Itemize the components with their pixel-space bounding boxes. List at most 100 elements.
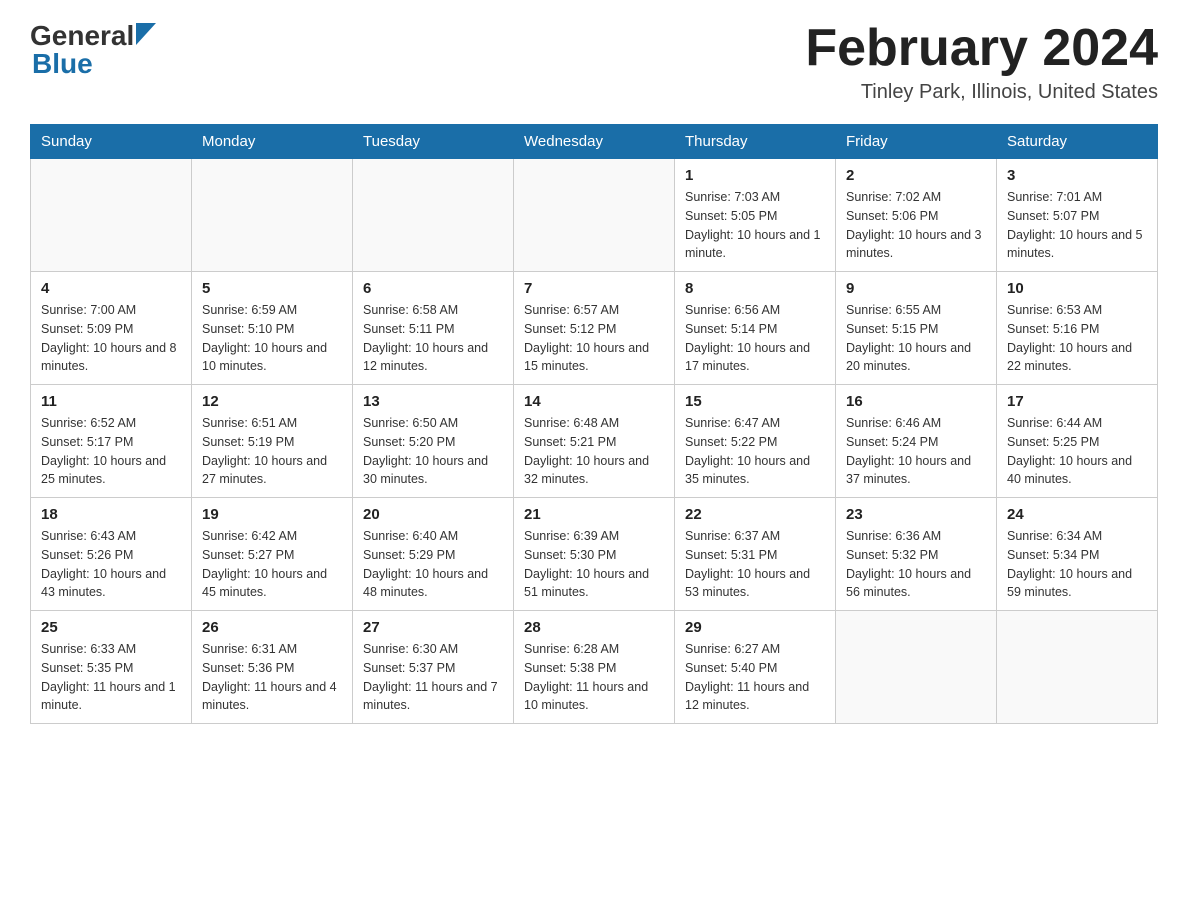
day-header-monday: Monday [192,125,353,159]
day-info: Sunrise: 6:37 AMSunset: 5:31 PMDaylight:… [685,527,825,602]
calendar-cell: 19 Sunrise: 6:42 AMSunset: 5:27 PMDayligh… [192,498,353,611]
calendar-header-row: SundayMondayTuesdayWednesdayThursdayFrid… [31,125,1158,159]
day-info: Sunrise: 6:31 AMSunset: 5:36 PMDaylight:… [202,640,342,715]
day-info: Sunrise: 6:34 AMSunset: 5:34 PMDaylight:… [1007,527,1147,602]
calendar-cell: 4Sunrise: 7:00 AMSunset: 5:09 PMDaylight… [31,272,192,385]
day-number: 16 [846,393,986,410]
calendar-cell [192,159,353,272]
calendar-cell: 14 Sunrise: 6:48 AMSunset: 5:21 PMDayligh… [514,385,675,498]
calendar-cell: 18Sunrise: 6:43 AMSunset: 5:26 PMDayligh… [31,498,192,611]
day-info: Sunrise: 6:52 AMSunset: 5:17 PMDaylight:… [41,414,181,489]
day-number: 15 [685,393,825,410]
day-number: 8 [685,280,825,297]
day-number: 23 [846,506,986,523]
calendar-cell: 22 Sunrise: 6:37 AMSunset: 5:31 PMDayligh… [675,498,836,611]
calendar-cell: 26 Sunrise: 6:31 AMSunset: 5:36 PMDayligh… [192,611,353,724]
day-number: 11 [41,393,181,410]
day-header-saturday: Saturday [997,125,1158,159]
day-info: Sunrise: 6:55 AMSunset: 5:15 PMDaylight:… [846,301,986,376]
day-header-thursday: Thursday [675,125,836,159]
day-info: Sunrise: 6:48 AMSunset: 5:21 PMDaylight:… [524,414,664,489]
day-info: Sunrise: 6:28 AMSunset: 5:38 PMDaylight:… [524,640,664,715]
day-info: Sunrise: 7:01 AMSunset: 5:07 PMDaylight:… [1007,188,1147,263]
calendar-cell: 9 Sunrise: 6:55 AMSunset: 5:15 PMDaylight… [836,272,997,385]
day-number: 22 [685,506,825,523]
day-number: 7 [524,280,664,297]
day-info: Sunrise: 6:36 AMSunset: 5:32 PMDaylight:… [846,527,986,602]
day-number: 14 [524,393,664,410]
day-number: 10 [1007,280,1147,297]
day-info: Sunrise: 6:57 AMSunset: 5:12 PMDaylight:… [524,301,664,376]
day-number: 2 [846,167,986,184]
calendar-table: SundayMondayTuesdayWednesdayThursdayFrid… [30,124,1158,724]
day-info: Sunrise: 6:43 AMSunset: 5:26 PMDaylight:… [41,527,181,602]
day-info: Sunrise: 6:27 AMSunset: 5:40 PMDaylight:… [685,640,825,715]
day-number: 17 [1007,393,1147,410]
calendar-cell [997,611,1158,724]
day-info: Sunrise: 7:03 AMSunset: 5:05 PMDaylight:… [685,188,825,263]
day-number: 5 [202,280,342,297]
calendar-week-row: 11 Sunrise: 6:52 AMSunset: 5:17 PMDayligh… [31,385,1158,498]
day-info: Sunrise: 6:59 AMSunset: 5:10 PMDaylight:… [202,301,342,376]
calendar-cell: 13Sunrise: 6:50 AMSunset: 5:20 PMDayligh… [353,385,514,498]
calendar-cell: 24 Sunrise: 6:34 AMSunset: 5:34 PMDayligh… [997,498,1158,611]
day-number: 6 [363,280,503,297]
day-number: 24 [1007,506,1147,523]
calendar-cell: 20Sunrise: 6:40 AMSunset: 5:29 PMDayligh… [353,498,514,611]
calendar-cell: 12 Sunrise: 6:51 AMSunset: 5:19 PMDayligh… [192,385,353,498]
calendar-cell: 15 Sunrise: 6:47 AMSunset: 5:22 PMDayligh… [675,385,836,498]
day-number: 13 [363,393,503,410]
day-info: Sunrise: 6:51 AMSunset: 5:19 PMDaylight:… [202,414,342,489]
day-number: 26 [202,619,342,636]
day-number: 19 [202,506,342,523]
day-info: Sunrise: 6:44 AMSunset: 5:25 PMDaylight:… [1007,414,1147,489]
day-info: Sunrise: 6:40 AMSunset: 5:29 PMDaylight:… [363,527,503,602]
header: General Blue February 2024 Tinley Park, … [30,20,1158,104]
calendar-cell: 21 Sunrise: 6:39 AMSunset: 5:30 PMDayligh… [514,498,675,611]
day-number: 28 [524,619,664,636]
logo: General Blue [30,20,156,80]
calendar-cell: 29 Sunrise: 6:27 AMSunset: 5:40 PMDayligh… [675,611,836,724]
day-header-wednesday: Wednesday [514,125,675,159]
month-year-title: February 2024 [805,20,1158,77]
day-number: 21 [524,506,664,523]
day-info: Sunrise: 6:39 AMSunset: 5:30 PMDaylight:… [524,527,664,602]
calendar-cell: 2 Sunrise: 7:02 AMSunset: 5:06 PMDaylight… [836,159,997,272]
calendar-cell: 3 Sunrise: 7:01 AMSunset: 5:07 PMDaylight… [997,159,1158,272]
calendar-cell: 16 Sunrise: 6:46 AMSunset: 5:24 PMDayligh… [836,385,997,498]
day-info: Sunrise: 6:46 AMSunset: 5:24 PMDaylight:… [846,414,986,489]
calendar-cell: 8 Sunrise: 6:56 AMSunset: 5:14 PMDaylight… [675,272,836,385]
day-header-friday: Friday [836,125,997,159]
logo-blue-text: Blue [30,48,156,80]
day-info: Sunrise: 6:47 AMSunset: 5:22 PMDaylight:… [685,414,825,489]
calendar-cell: 17 Sunrise: 6:44 AMSunset: 5:25 PMDayligh… [997,385,1158,498]
day-info: Sunrise: 6:42 AMSunset: 5:27 PMDaylight:… [202,527,342,602]
calendar-week-row: 18Sunrise: 6:43 AMSunset: 5:26 PMDayligh… [31,498,1158,611]
calendar-week-row: 25Sunrise: 6:33 AMSunset: 5:35 PMDayligh… [31,611,1158,724]
day-number: 29 [685,619,825,636]
day-number: 12 [202,393,342,410]
day-info: Sunrise: 7:00 AMSunset: 5:09 PMDaylight:… [41,301,181,376]
day-number: 3 [1007,167,1147,184]
calendar-cell: 25Sunrise: 6:33 AMSunset: 5:35 PMDayligh… [31,611,192,724]
day-number: 27 [363,619,503,636]
calendar-cell [514,159,675,272]
logo-arrow-icon [136,23,156,45]
calendar-cell [31,159,192,272]
calendar-cell: 11 Sunrise: 6:52 AMSunset: 5:17 PMDayligh… [31,385,192,498]
day-info: Sunrise: 7:02 AMSunset: 5:06 PMDaylight:… [846,188,986,263]
calendar-cell: 10 Sunrise: 6:53 AMSunset: 5:16 PMDayligh… [997,272,1158,385]
day-number: 1 [685,167,825,184]
day-info: Sunrise: 6:53 AMSunset: 5:16 PMDaylight:… [1007,301,1147,376]
calendar-cell: 23 Sunrise: 6:36 AMSunset: 5:32 PMDayligh… [836,498,997,611]
calendar-cell [353,159,514,272]
location-subtitle: Tinley Park, Illinois, United States [805,81,1158,104]
day-info: Sunrise: 6:58 AMSunset: 5:11 PMDaylight:… [363,301,503,376]
day-number: 9 [846,280,986,297]
day-header-sunday: Sunday [31,125,192,159]
calendar-cell: 28 Sunrise: 6:28 AMSunset: 5:38 PMDayligh… [514,611,675,724]
calendar-cell: 6 Sunrise: 6:58 AMSunset: 5:11 PMDaylight… [353,272,514,385]
calendar-cell: 5 Sunrise: 6:59 AMSunset: 5:10 PMDaylight… [192,272,353,385]
title-area: February 2024 Tinley Park, Illinois, Uni… [805,20,1158,104]
day-info: Sunrise: 6:56 AMSunset: 5:14 PMDaylight:… [685,301,825,376]
